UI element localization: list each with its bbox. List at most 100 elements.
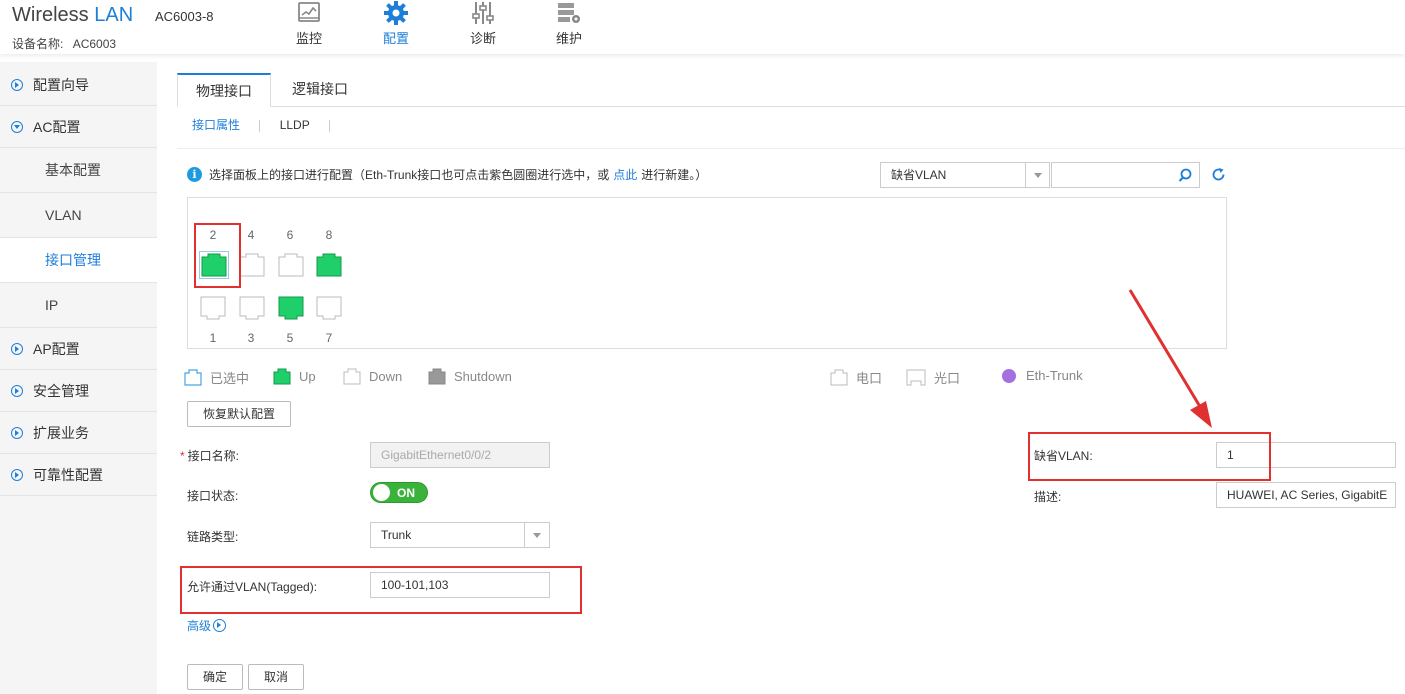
nav-config-label: 配置 (382, 31, 409, 46)
sidebar-item-label: 可靠性配置 (33, 466, 103, 483)
port-3[interactable] (239, 296, 265, 320)
port-4[interactable] (239, 253, 265, 277)
subtab-bar: 接口属性 LLDP (192, 116, 346, 133)
info-message: i 选择面板上的接口进行配置（Eth-Trunk接口也可点击紫色圆圈进行选中，或… (187, 166, 707, 183)
sidebar-item-label: AC配置 (33, 118, 81, 135)
legend-electrical-label: 电口 (856, 371, 883, 386)
highlight-box (180, 566, 582, 614)
chevron-down-icon (1025, 163, 1049, 187)
restore-default-button[interactable]: 恢复默认配置 (187, 401, 291, 427)
subtab-interface-attr[interactable]: 接口属性 (192, 116, 240, 133)
monitor-icon (298, 2, 320, 22)
port-number: 5 (286, 331, 294, 345)
refresh-icon[interactable] (1210, 166, 1227, 183)
nav-config[interactable]: 配置 (366, 0, 426, 47)
cancel-button[interactable]: 取消 (248, 664, 304, 690)
legend-shutdown: Shutdown (428, 368, 512, 385)
nav-monitor[interactable]: 监控 (279, 0, 339, 47)
create-link[interactable]: 点此 (613, 166, 637, 183)
chevron-right-icon (213, 619, 227, 632)
device-name-label: 设备名称: (12, 37, 64, 51)
info-text: 选择面板上的接口进行配置（Eth-Trunk接口也可点击紫色圆圈进行选中，或 (209, 168, 610, 182)
brand-logo: Wireless LAN (12, 4, 133, 27)
chevron-down-icon (11, 120, 23, 133)
subtab-divider (259, 119, 261, 132)
port-5[interactable] (278, 296, 304, 320)
sidebar-sub-ip[interactable]: IP (0, 283, 157, 328)
advanced-label: 高级 (187, 619, 212, 633)
device-name-value: AC6003 (72, 37, 117, 51)
eth-trunk-icon (1002, 368, 1016, 383)
legend-eth-trunk: Eth-Trunk (1002, 368, 1083, 383)
device-model: AC6003-8 (155, 9, 214, 24)
sidebar-item-label: AP配置 (33, 340, 80, 357)
if-status-toggle[interactable]: ON (370, 482, 428, 503)
top-header: Wireless LAN AC6003-8 设备名称: AC6003 监控 配置… (0, 0, 1405, 54)
description-label: 描述: (1034, 490, 1062, 504)
info-icon: i (187, 167, 202, 182)
advanced-toggle[interactable]: 高级 (187, 617, 227, 634)
search-input[interactable] (1051, 162, 1200, 188)
subtab-lldp[interactable]: LLDP (280, 118, 310, 132)
sidebar-item-label: 配置向导 (33, 76, 89, 93)
if-name-field: GigabitEthernet0/0/2 (370, 442, 550, 468)
port-1[interactable] (200, 296, 226, 320)
filter-select-value: 缺省VLAN (891, 168, 947, 182)
gear-icon (384, 1, 408, 25)
port-number: 7 (325, 331, 333, 345)
legend-optical: 光口 (906, 368, 960, 387)
nav-monitor-label: 监控 (295, 31, 322, 46)
port-8[interactable] (316, 253, 342, 277)
sidebar-sub-interface[interactable]: 接口管理 (0, 238, 157, 283)
legend-optical-label: 光口 (934, 371, 961, 386)
port-6[interactable] (278, 253, 304, 277)
brand-lan: LAN (94, 4, 134, 26)
link-type-value: Trunk (381, 528, 412, 542)
chevron-right-icon (11, 384, 23, 397)
nav-diagnose[interactable]: 诊断 (453, 0, 513, 47)
description-input[interactable]: HUAWEI, AC Series, GigabitE (1216, 482, 1396, 508)
highlight-box (1028, 432, 1271, 481)
sidebar-item-reliability[interactable]: 可靠性配置 (0, 454, 157, 496)
sidebar-item-security[interactable]: 安全管理 (0, 370, 157, 412)
port-7[interactable] (316, 296, 342, 320)
tab-bar: 物理接口 逻辑接口 (177, 73, 1405, 107)
tab-physical-interface[interactable]: 物理接口 (177, 73, 271, 107)
sidebar-item-ap-config[interactable]: AP配置 (0, 328, 157, 370)
filter-select[interactable]: 缺省VLAN (880, 162, 1050, 188)
port-number: 4 (247, 228, 255, 242)
sidebar-item-label: 扩展业务 (33, 424, 89, 441)
confirm-button[interactable]: 确定 (187, 664, 243, 690)
optical-port-icon (906, 369, 926, 386)
required-marker: * (180, 449, 185, 463)
search-icon[interactable] (1177, 167, 1193, 183)
if-name-label: * 接口名称: (180, 447, 239, 464)
port-number: 1 (209, 331, 217, 345)
nav-maintain[interactable]: 维护 (539, 0, 599, 47)
sidebar-item-extension[interactable]: 扩展业务 (0, 412, 157, 454)
sidebar-item-wizard[interactable]: 配置向导 (0, 64, 157, 106)
legend-electrical: 电口 (830, 368, 882, 387)
link-type-select[interactable]: Trunk (370, 522, 550, 548)
sidebar-sub-vlan[interactable]: VLAN (0, 193, 157, 238)
subtab-divider (329, 119, 331, 132)
legend-up: Up (273, 368, 316, 385)
legend-selected-label: 已选中 (210, 371, 250, 386)
device-name: 设备名称: AC6003 (12, 35, 116, 52)
sidebar-sub-basic[interactable]: 基本配置 (0, 148, 157, 193)
link-type-label: 链路类型: (187, 530, 239, 544)
brand-text: Wireless (12, 4, 89, 26)
tab-logical-interface[interactable]: 逻辑接口 (274, 73, 366, 107)
port-up-icon (273, 368, 291, 385)
chevron-right-icon (11, 426, 23, 439)
port-number: 3 (247, 331, 255, 345)
if-name-label-text: 接口名称: (187, 449, 240, 463)
legend-shutdown-label: Shutdown (454, 369, 512, 384)
chevron-right-icon (11, 468, 23, 481)
sidebar-item-ac-config[interactable]: AC配置 (0, 106, 157, 148)
divider (177, 148, 1405, 149)
legend-eth-trunk-label: Eth-Trunk (1026, 368, 1083, 383)
maintenance-icon (558, 3, 580, 23)
chevron-down-icon (524, 523, 549, 547)
port-selected-icon (184, 369, 202, 386)
